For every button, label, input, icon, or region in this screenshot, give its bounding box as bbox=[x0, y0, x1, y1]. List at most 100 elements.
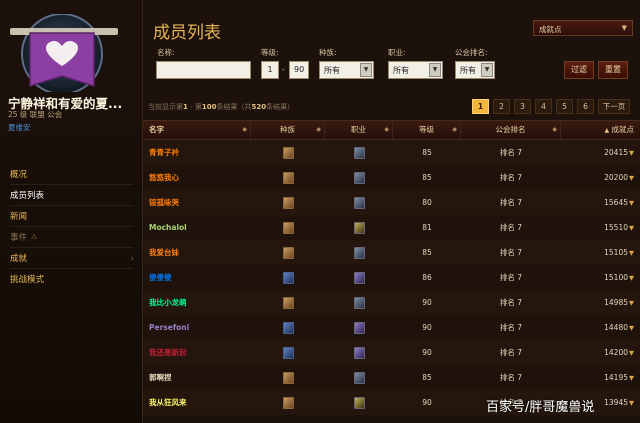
achievement-points: 14200▼ bbox=[561, 348, 640, 357]
class-icon bbox=[353, 321, 365, 334]
results-total: 520 bbox=[251, 103, 267, 111]
table-row[interactable]: 我爱台妹 85 排名 7 15105▼ bbox=[143, 240, 640, 265]
table-row[interactable]: Persefoni 90 排名 7 14480▼ bbox=[143, 315, 640, 340]
race-icon bbox=[282, 246, 294, 259]
member-name-link[interactable]: Persefoni bbox=[143, 323, 251, 332]
race-icon bbox=[282, 171, 294, 184]
page-button-1[interactable]: 1 bbox=[472, 99, 489, 114]
rank-value: 排名 7 bbox=[499, 348, 523, 357]
column-header-name[interactable]: 名字 ◆ bbox=[143, 121, 251, 139]
results-to: 100 bbox=[201, 103, 217, 111]
page-button-3[interactable]: 3 bbox=[514, 99, 531, 114]
class-icon bbox=[353, 221, 365, 234]
table-row[interactable]: 郭啊捏 85 排名 7 14195▼ bbox=[143, 365, 640, 390]
achievement-points-value: 15105 bbox=[604, 248, 628, 257]
achievement-points-value: 14195 bbox=[604, 373, 628, 382]
member-name-link[interactable]: Mochalol bbox=[143, 223, 251, 232]
class-icon bbox=[353, 346, 365, 359]
level-value: 90 bbox=[422, 348, 432, 357]
member-name-link[interactable]: 悠悠我心 bbox=[143, 172, 251, 183]
achievement-points: 20200▼ bbox=[561, 173, 640, 182]
level-value: 81 bbox=[422, 223, 432, 232]
sidebar-item-challenge-mode[interactable]: 挑战模式 bbox=[0, 269, 143, 289]
rank-value: 排名 7 bbox=[499, 173, 523, 182]
achievement-points-value: 15100 bbox=[604, 273, 628, 282]
filter-button[interactable]: 过滤 bbox=[564, 61, 594, 79]
race-filter-select[interactable]: 所有 ▼ bbox=[319, 61, 374, 79]
sidebar-item-events[interactable]: 事件 ⚠ bbox=[0, 227, 143, 247]
rank-filter-value: 所有 bbox=[460, 66, 476, 75]
class-filter-select[interactable]: 所有 ▼ bbox=[388, 61, 443, 79]
column-header-race[interactable]: 种族 ◆ bbox=[251, 121, 325, 139]
level-value: 85 bbox=[422, 373, 432, 382]
rank-value: 排名 7 bbox=[499, 248, 523, 257]
watermark-text: 百家号/胖哥魔兽说 bbox=[486, 400, 595, 415]
achievement-shield-icon: ▼ bbox=[629, 199, 634, 207]
sidebar-item-news[interactable]: 新闻 bbox=[0, 206, 143, 226]
column-header-label: 等级 bbox=[419, 125, 434, 134]
rank-filter-label: 公会排名: bbox=[455, 48, 488, 57]
rank-value: 排名 7 bbox=[499, 273, 523, 282]
class-icon bbox=[353, 271, 365, 284]
level-range-dash: - bbox=[282, 65, 285, 74]
sidebar-item-roster[interactable]: 成员列表 bbox=[0, 185, 143, 205]
page-button-2[interactable]: 2 bbox=[493, 99, 510, 114]
chevron-down-icon: ▼ bbox=[429, 63, 441, 77]
race-cell bbox=[251, 171, 325, 184]
page-button-4[interactable]: 4 bbox=[535, 99, 552, 114]
page-button-5[interactable]: 5 bbox=[556, 99, 573, 114]
member-name-link[interactable]: 我爱台妹 bbox=[143, 247, 251, 258]
chevron-down-icon: ▼ bbox=[621, 24, 627, 32]
race-cell bbox=[251, 396, 325, 409]
race-icon bbox=[282, 396, 294, 409]
column-header-label: 职业 bbox=[351, 125, 366, 134]
level-min-input[interactable]: 1 bbox=[261, 61, 279, 79]
table-row[interactable]: 青青子衿 85 排名 7 20415▼ bbox=[143, 140, 640, 165]
sidebar-item-achievements[interactable]: 成就 › bbox=[0, 248, 143, 268]
class-cell bbox=[325, 371, 393, 384]
member-name-link[interactable]: 我从狂风来 bbox=[143, 397, 251, 408]
member-name-link[interactable]: 青青子衿 bbox=[143, 147, 251, 158]
page-button-6[interactable]: 6 bbox=[577, 99, 594, 114]
member-name-link[interactable]: 我还是新封 bbox=[143, 347, 251, 358]
table-row[interactable]: 我比小龙萌 90 排名 7 14985▼ bbox=[143, 290, 640, 315]
column-header-class[interactable]: 职业 ◆ bbox=[325, 121, 393, 139]
column-header-label: 成就点 bbox=[611, 125, 635, 134]
reset-button[interactable]: 重置 bbox=[598, 61, 628, 79]
member-name-link[interactable]: 我比小龙萌 bbox=[143, 297, 251, 308]
class-cell bbox=[325, 221, 393, 234]
race-icon bbox=[282, 196, 294, 209]
class-cell bbox=[325, 296, 393, 309]
race-cell bbox=[251, 321, 325, 334]
table-row[interactable]: Mochalol 81 排名 7 15510▼ bbox=[143, 215, 640, 240]
sort-icon: ◆ bbox=[242, 126, 247, 133]
table-row[interactable]: 悠悠我心 85 排名 7 20200▼ bbox=[143, 165, 640, 190]
table-row[interactable]: 我还是新封 90 排名 7 14200▼ bbox=[143, 340, 640, 365]
column-header-rank[interactable]: 公会排名 ◆ bbox=[461, 121, 561, 139]
guild-realm-link[interactable]: 夏维安 bbox=[8, 122, 31, 133]
name-filter-input[interactable] bbox=[156, 61, 251, 79]
next-page-button[interactable]: 下一页 bbox=[598, 99, 630, 114]
race-filter-value: 所有 bbox=[324, 66, 340, 75]
member-name-link[interactable]: 铵孤咏哭 bbox=[143, 197, 251, 208]
sidebar-item-overview[interactable]: 概况 bbox=[0, 164, 143, 184]
results-summary: 当前显示第1 - 第100条结果（共520条结果） bbox=[148, 102, 294, 112]
achievement-shield-icon: ▼ bbox=[629, 274, 634, 282]
achievement-points-value: 20415 bbox=[604, 148, 628, 157]
column-header-achievements[interactable]: ▲ 成就点 bbox=[561, 121, 640, 139]
chevron-right-icon: › bbox=[130, 253, 134, 263]
race-icon bbox=[282, 346, 294, 359]
view-select[interactable]: 成就点 ▼ bbox=[533, 20, 633, 36]
achievement-shield-icon: ▼ bbox=[629, 249, 634, 257]
level-max-input[interactable]: 90 bbox=[289, 61, 309, 79]
race-icon bbox=[282, 371, 294, 384]
race-cell bbox=[251, 196, 325, 209]
achievement-shield-icon: ▼ bbox=[629, 349, 634, 357]
table-row[interactable]: 傻傻傻 86 排名 7 15100▼ bbox=[143, 265, 640, 290]
member-name-link[interactable]: 傻傻傻 bbox=[143, 272, 251, 283]
column-header-level[interactable]: 等级 ◆ bbox=[393, 121, 461, 139]
member-name-link[interactable]: 郭啊捏 bbox=[143, 372, 251, 383]
rank-filter-select[interactable]: 所有 ▼ bbox=[455, 61, 495, 79]
pagination: 1 2 3 4 5 6 下一页 bbox=[472, 99, 630, 114]
table-row[interactable]: 铵孤咏哭 80 排名 7 15645▼ bbox=[143, 190, 640, 215]
